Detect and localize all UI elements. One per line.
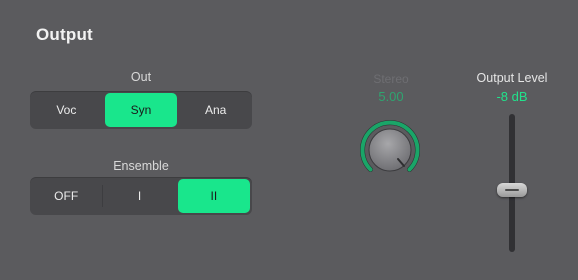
ensemble-selector: OFF I II: [30, 177, 252, 215]
ensemble-option-off[interactable]: OFF: [30, 177, 102, 215]
out-option-syn[interactable]: Syn: [104, 93, 178, 127]
out-label: Out: [130, 70, 152, 84]
output-level-fader-handle[interactable]: [497, 183, 527, 197]
stereo-knob[interactable]: [357, 117, 423, 183]
output-panel: Output Out Voc Syn Ana Ensemble OFF I II…: [0, 0, 578, 280]
ensemble-option-i[interactable]: I: [103, 177, 175, 215]
out-option-voc[interactable]: Voc: [30, 91, 103, 129]
section-title: Output: [36, 25, 93, 44]
output-level-label: Output Level: [476, 71, 548, 85]
knob-graphic: [360, 120, 420, 172]
stereo-value: 5.00: [378, 89, 404, 104]
stereo-label: Stereo: [373, 72, 409, 86]
output-level-value: -8 dB: [496, 89, 528, 104]
out-selector: Voc Syn Ana: [30, 91, 252, 129]
ensemble-label: Ensemble: [113, 159, 169, 173]
out-option-ana[interactable]: Ana: [179, 91, 252, 129]
ensemble-option-ii[interactable]: II: [177, 179, 250, 213]
